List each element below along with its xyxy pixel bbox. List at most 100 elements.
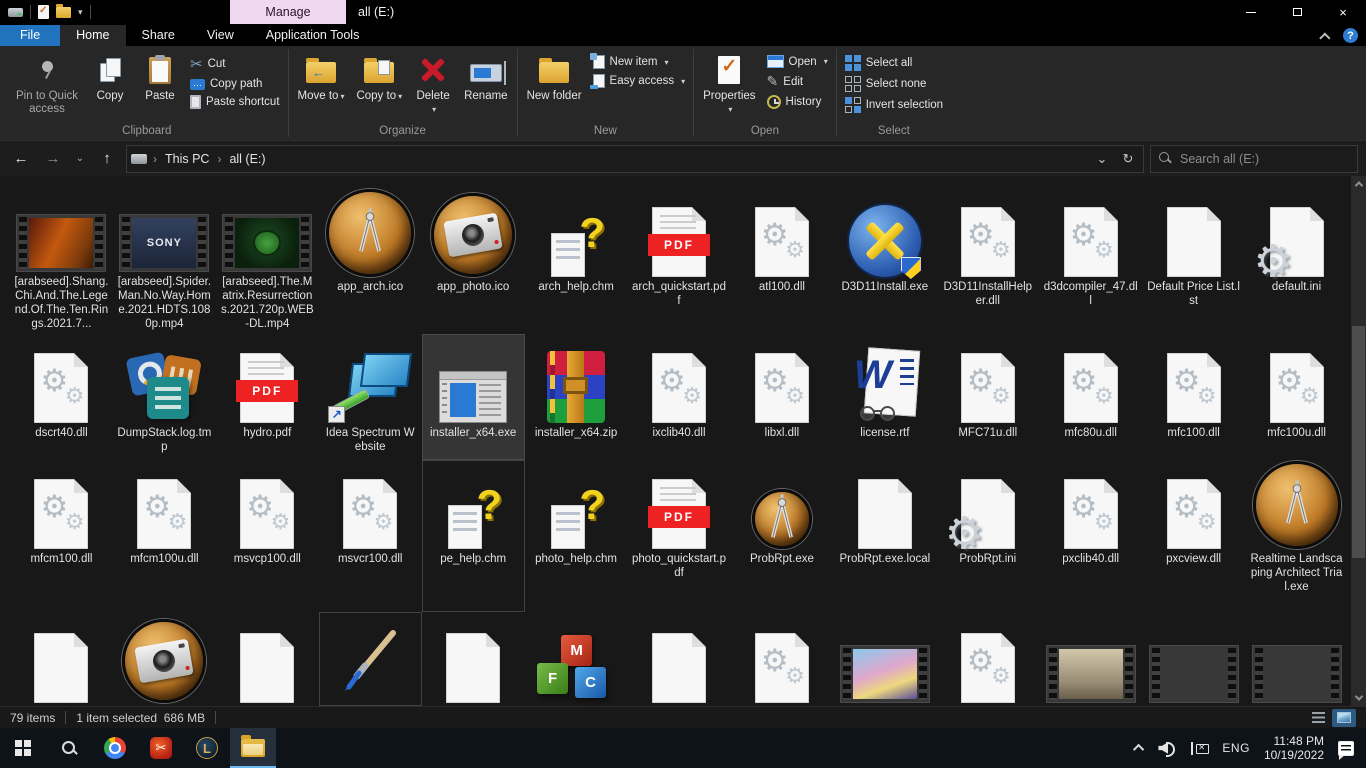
help-icon[interactable]: ?: [1343, 28, 1358, 43]
pin-to-quick-access-button[interactable]: Pin to Quick access: [10, 50, 84, 117]
file-item[interactable]: [422, 612, 525, 706]
file-item[interactable]: Realtime Landscaping Architect Trial.exe: [1245, 460, 1348, 612]
scroll-down-icon[interactable]: [1351, 690, 1366, 706]
file-list-area[interactable]: [arabseed].Shang.Chi.And.The.Legend.Of.T…: [0, 176, 1366, 706]
new-folder-qat-icon[interactable]: [56, 7, 71, 18]
breadcrumb-this-pc[interactable]: This PC: [161, 146, 213, 172]
file-item[interactable]: [628, 612, 731, 706]
tab-application-tools[interactable]: Application Tools: [250, 25, 376, 46]
large-icons-view-toggle[interactable]: [1332, 709, 1356, 727]
manage-context-tab[interactable]: Manage: [230, 0, 346, 24]
rename-button[interactable]: Rename: [459, 50, 512, 104]
close-button[interactable]: ×: [1320, 0, 1366, 24]
tab-file[interactable]: File: [0, 25, 60, 46]
vertical-scrollbar[interactable]: [1351, 176, 1366, 706]
select-none-button[interactable]: Select none: [841, 75, 947, 93]
breadcrumb-chevron-icon[interactable]: ›: [213, 152, 225, 166]
select-all-button[interactable]: Select all: [841, 54, 947, 72]
file-item[interactable]: ProbRpt.exe.local: [833, 460, 936, 612]
file-item[interactable]: [319, 612, 422, 706]
recent-locations-caret-icon[interactable]: ⌄: [72, 146, 88, 172]
start-button[interactable]: [0, 728, 46, 768]
breadcrumb[interactable]: › This PC › all (E:) ⌄ ↻: [126, 145, 1144, 173]
file-item[interactable]: ⚙⚙libxl.dll: [730, 334, 833, 460]
file-item[interactable]: ⚙ProbRpt.ini: [936, 460, 1039, 612]
restore-button[interactable]: [1274, 0, 1320, 24]
invert-selection-button[interactable]: Invert selection: [841, 96, 947, 114]
file-item[interactable]: ↗Idea Spectrum Website: [319, 334, 422, 460]
input-indicator-icon[interactable]: ✕: [1190, 742, 1208, 755]
file-item[interactable]: SONY[arabseed].Spider.Man.No.Way.Home.20…: [113, 184, 216, 334]
search-box[interactable]: [1150, 145, 1358, 173]
breadcrumb-chevron-icon[interactable]: ›: [149, 152, 161, 166]
up-button[interactable]: ↑: [94, 146, 120, 172]
taskbar-file-explorer-button[interactable]: [230, 728, 276, 768]
taskbar-chrome-button[interactable]: [92, 728, 138, 768]
file-item[interactable]: D3D11Install.exe: [833, 184, 936, 334]
file-item[interactable]: Wlicense.rtf: [833, 334, 936, 460]
file-item[interactable]: ⚙⚙atl100.dll: [730, 184, 833, 334]
file-item[interactable]: [833, 612, 936, 706]
file-item[interactable]: ⚙⚙mfc80u.dll: [1039, 334, 1142, 460]
file-item[interactable]: [113, 612, 216, 706]
file-item[interactable]: ⚙⚙pxcview.dll: [1142, 460, 1245, 612]
file-item[interactable]: ⚙⚙mfcm100u.dll: [113, 460, 216, 612]
file-item[interactable]: ?pe_help.chm: [422, 460, 525, 612]
language-indicator[interactable]: ENG: [1222, 741, 1250, 755]
volume-icon[interactable]: [1158, 741, 1176, 755]
move-to-button[interactable]: ← Move to▾: [293, 50, 350, 104]
file-item[interactable]: app_arch.ico: [319, 184, 422, 334]
file-item[interactable]: installer_x64.zip: [525, 334, 628, 460]
file-item[interactable]: [10, 612, 113, 706]
delete-button[interactable]: Delete▾: [409, 50, 457, 117]
file-item[interactable]: ⚙⚙mfcm100.dll: [10, 460, 113, 612]
minimize-button[interactable]: [1228, 0, 1274, 24]
tab-view[interactable]: View: [191, 25, 250, 46]
file-item[interactable]: ⚙⚙ixclib40.dll: [628, 334, 731, 460]
file-item[interactable]: ⚙⚙mfc100.dll: [1142, 334, 1245, 460]
file-item[interactable]: installer_x64.exe: [422, 334, 525, 460]
scroll-up-icon[interactable]: [1351, 176, 1366, 192]
copy-to-button[interactable]: Copy to▾: [351, 50, 407, 104]
forward-button[interactable]: →: [40, 146, 66, 172]
file-item[interactable]: [arabseed].The.Matrix.Resurrections.2021…: [216, 184, 319, 334]
refresh-icon[interactable]: ↻: [1115, 146, 1141, 172]
collapse-ribbon-icon[interactable]: [1319, 32, 1330, 43]
file-item[interactable]: PDFhydro.pdf: [216, 334, 319, 460]
file-item[interactable]: MFC: [525, 612, 628, 706]
easy-access-button[interactable]: Easy access▾: [589, 73, 690, 89]
file-item[interactable]: PDFphoto_quickstart.pdf: [628, 460, 731, 612]
properties-button[interactable]: Properties▾: [698, 50, 760, 117]
paste-button[interactable]: Paste: [136, 50, 184, 104]
file-item[interactable]: ⚙⚙d3dcompiler_47.dll: [1039, 184, 1142, 334]
file-item[interactable]: Default Price List.lst: [1142, 184, 1245, 334]
taskbar-game-launcher-button[interactable]: L: [184, 728, 230, 768]
cut-button[interactable]: ✂ Cut: [186, 54, 284, 74]
scrollbar-thumb[interactable]: [1352, 326, 1365, 558]
file-item[interactable]: ⚙⚙pxclib40.dll: [1039, 460, 1142, 612]
address-dropdown-icon[interactable]: ⌄: [1089, 146, 1115, 172]
breadcrumb-drive-e[interactable]: all (E:): [225, 146, 269, 172]
new-folder-button[interactable]: New folder: [522, 50, 587, 104]
details-view-toggle[interactable]: [1306, 709, 1330, 727]
taskbar-video-cutter-button[interactable]: ✂: [138, 728, 184, 768]
taskbar-search-button[interactable]: [46, 728, 92, 768]
file-item[interactable]: ⚙⚙msvcp100.dll: [216, 460, 319, 612]
clock[interactable]: 11:48 PM 10/19/2022: [1264, 734, 1324, 762]
file-item[interactable]: ⚙⚙msvcr100.dll: [319, 460, 422, 612]
file-item[interactable]: [1245, 612, 1348, 706]
file-item[interactable]: PDFarch_quickstart.pdf: [628, 184, 731, 334]
file-item[interactable]: ⚙⚙MFC71u.dll: [936, 334, 1039, 460]
file-item[interactable]: [arabseed].Shang.Chi.And.The.Legend.Of.T…: [10, 184, 113, 334]
file-item[interactable]: ?arch_help.chm: [525, 184, 628, 334]
file-item[interactable]: ⚙⚙: [730, 612, 833, 706]
file-item[interactable]: ProbRpt.exe: [730, 460, 833, 612]
open-button[interactable]: Open▾: [763, 54, 832, 69]
tray-overflow-chevron-icon[interactable]: [1133, 744, 1144, 755]
file-item[interactable]: [1039, 612, 1142, 706]
file-item[interactable]: ⚙default.ini: [1245, 184, 1348, 334]
search-input[interactable]: [1180, 152, 1349, 166]
customize-qat-caret-icon[interactable]: ▾: [78, 7, 83, 18]
file-item[interactable]: DumpStack.log.tmp: [113, 334, 216, 460]
file-item[interactable]: ?photo_help.chm: [525, 460, 628, 612]
